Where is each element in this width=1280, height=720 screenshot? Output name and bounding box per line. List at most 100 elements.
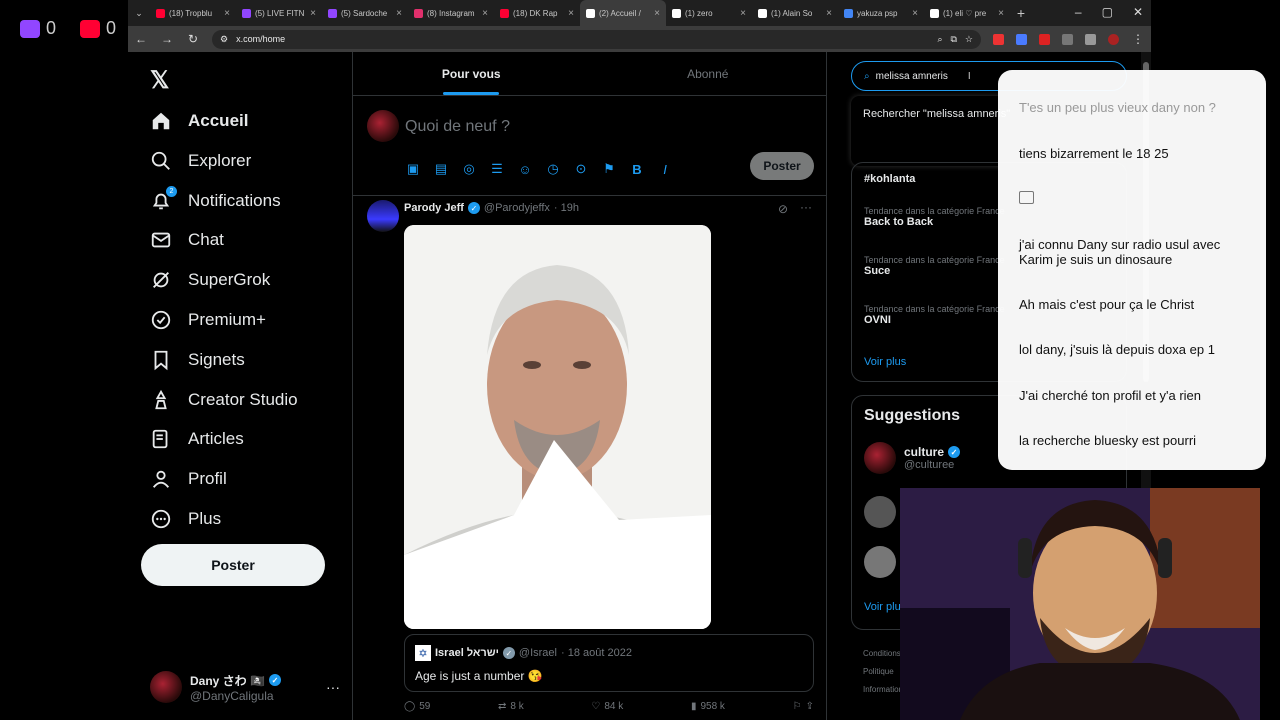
bookmark-button[interactable]: ⚐ ⇪ xyxy=(793,701,814,712)
twitch-viewer-count: 0 xyxy=(20,18,56,39)
nav-item-supergrok[interactable]: SuperGrok xyxy=(150,265,270,295)
avatar xyxy=(367,110,399,142)
emote-icon xyxy=(1019,191,1034,204)
nav-item-profil[interactable]: Profil xyxy=(150,464,227,494)
site-info-icon[interactable]: ⚙ xyxy=(220,34,228,45)
bookmark-star-icon[interactable]: ☆ xyxy=(965,34,973,45)
browser-tab[interactable]: yakuza psp × xyxy=(838,0,924,26)
browser-tab[interactable]: (5) Sardoche × xyxy=(322,0,408,26)
nav-item-creator-studio[interactable]: Creator Studio xyxy=(150,385,298,415)
tweet-author-name[interactable]: Parody Jeff xyxy=(404,202,464,214)
trend-item[interactable]: #kohlanta xyxy=(864,173,915,185)
extension-icon[interactable] xyxy=(1039,33,1050,45)
close-tab-icon[interactable]: × xyxy=(396,8,402,19)
extension-icon[interactable] xyxy=(993,33,1004,45)
views-button[interactable]: ▮ 958 k xyxy=(691,701,725,712)
new-tab-button[interactable]: + xyxy=(1010,5,1032,21)
close-tab-icon[interactable]: × xyxy=(998,8,1004,19)
nav-item-plus[interactable]: Plus xyxy=(150,504,221,534)
tweet-author-handle[interactable]: @Parodyjeffx xyxy=(484,202,550,214)
close-tab-icon[interactable]: × xyxy=(224,8,230,19)
reply-button[interactable]: ◯ 59 xyxy=(404,701,430,712)
avatar[interactable] xyxy=(864,496,896,528)
zoom-icon[interactable]: ⌕ xyxy=(937,34,942,45)
browser-tab[interactable]: (1) zero × xyxy=(666,0,752,26)
trend-item[interactable]: Tendance dans la catégorie France Suce xyxy=(864,255,1005,277)
tab-search-button[interactable]: ⌄ xyxy=(128,0,150,26)
minimize-icon[interactable]: – xyxy=(1075,5,1082,19)
browser-tab[interactable]: (2) Accueil / × xyxy=(580,0,666,26)
emoji-icon[interactable]: ☺ xyxy=(517,161,533,177)
close-tab-icon[interactable]: × xyxy=(912,8,918,19)
grok-icon[interactable]: ◎ xyxy=(461,161,477,177)
like-button[interactable]: ♡ 84 k xyxy=(591,701,623,712)
italic-icon[interactable]: I xyxy=(657,161,673,177)
profile-avatar[interactable] xyxy=(1108,33,1119,45)
extensions-puzzle-icon[interactable] xyxy=(1062,33,1073,45)
suggestion-item[interactable]: culture ✓ @culturee xyxy=(864,442,961,474)
tab-following[interactable]: Abonné xyxy=(590,52,827,95)
tweet-time[interactable]: · 19h xyxy=(554,202,579,214)
x-logo-icon[interactable]: 𝕏 xyxy=(150,66,169,95)
media-control-icon[interactable] xyxy=(1085,33,1096,45)
quoted-tweet[interactable]: ✡ Israel ישראל ✓ @Israel · 18 août 2022 … xyxy=(404,634,814,692)
close-tab-icon[interactable]: × xyxy=(826,8,832,19)
close-tab-icon[interactable]: × xyxy=(568,8,574,19)
nav-item-chat[interactable]: Chat xyxy=(150,225,224,255)
more-icon[interactable]: ··· xyxy=(800,200,812,214)
share-icon[interactable]: ⇪ xyxy=(806,701,814,712)
close-icon[interactable]: ✕ xyxy=(1133,5,1143,19)
nav-item-articles[interactable]: Articles xyxy=(150,424,244,454)
account-switcher[interactable]: Dany さわ 🏴‍☠️ ✓ @DanyCaligula ··· xyxy=(150,667,340,707)
browser-tab[interactable]: (8) Instagram × xyxy=(408,0,494,26)
favicon-icon xyxy=(672,8,681,18)
browser-tab[interactable]: (1) eli ♡ pre × xyxy=(924,0,1010,26)
repost-button[interactable]: ⇄ 8 k xyxy=(498,701,524,712)
show-more-link[interactable]: Voir plus xyxy=(864,356,906,368)
bold-icon[interactable]: B xyxy=(629,161,645,177)
gif-icon[interactable]: ▤ xyxy=(433,161,449,177)
tweet-image[interactable] xyxy=(404,225,711,629)
back-icon[interactable]: ← xyxy=(134,32,148,46)
nav-item-accueil[interactable]: Accueil xyxy=(150,106,248,136)
nav-item-explorer[interactable]: Explorer xyxy=(150,146,251,176)
menu-icon[interactable]: ⋮ xyxy=(1131,32,1145,46)
close-tab-icon[interactable]: × xyxy=(310,8,316,19)
tweet-header: Parody Jeff ✓ @Parodyjeffx · 19h xyxy=(404,202,579,214)
favicon-icon xyxy=(328,8,337,18)
avatar[interactable] xyxy=(864,546,896,578)
bell-icon: 2 xyxy=(150,185,177,212)
forward-icon[interactable]: → xyxy=(160,32,174,46)
install-icon[interactable]: ⧉ xyxy=(950,34,956,45)
poll-icon[interactable]: ☰ xyxy=(489,161,505,177)
trend-item[interactable]: Tendance dans la catégorie France OVNI xyxy=(864,304,1005,326)
location-icon[interactable]: ⊙ xyxy=(573,161,589,177)
maximize-icon[interactable]: ▢ xyxy=(1102,5,1113,19)
more-icon[interactable]: ··· xyxy=(326,679,340,695)
composer-post-button[interactable]: Poster xyxy=(750,152,814,180)
browser-tab[interactable]: (5) LIVE FITN × xyxy=(236,0,322,26)
close-tab-icon[interactable]: × xyxy=(654,8,660,19)
tab-for-you[interactable]: Pour vous xyxy=(353,52,590,95)
nav-item-premium[interactable]: Premium+ xyxy=(150,305,266,335)
close-tab-icon[interactable]: × xyxy=(740,8,746,19)
image-icon[interactable]: ▣ xyxy=(405,161,421,177)
browser-tab[interactable]: (18) DK Rap × xyxy=(494,0,580,26)
grok-icon[interactable]: ⊘ xyxy=(778,202,788,216)
flag-icon[interactable]: ⚑ xyxy=(601,161,617,177)
trend-item[interactable]: Tendance dans la catégorie France Back t… xyxy=(864,206,1005,228)
address-bar[interactable]: ⚙ x.com/home ⌕ ⧉ ☆ xyxy=(212,29,981,49)
browser-tab[interactable]: (18) Tropblu × xyxy=(150,0,236,26)
nav-item-signets[interactable]: Signets xyxy=(150,345,245,375)
flag-avatar-icon: ✡ xyxy=(415,645,431,661)
composer-input[interactable]: Quoi de neuf ? xyxy=(405,118,510,136)
post-button[interactable]: Poster xyxy=(141,544,325,586)
browser-tab[interactable]: (1) Alain So × xyxy=(752,0,838,26)
close-tab-icon[interactable]: × xyxy=(482,8,488,19)
schedule-icon[interactable]: ◷ xyxy=(545,161,561,177)
reload-icon[interactable]: ↻ xyxy=(186,32,200,46)
nav-item-notifications[interactable]: 2 Notifications xyxy=(150,185,281,216)
tweet[interactable]: Parody Jeff ✓ @Parodyjeffx · 19h ⊘ ··· ✡… xyxy=(353,196,826,716)
avatar[interactable] xyxy=(367,200,399,232)
extension-icon[interactable] xyxy=(1016,33,1027,45)
